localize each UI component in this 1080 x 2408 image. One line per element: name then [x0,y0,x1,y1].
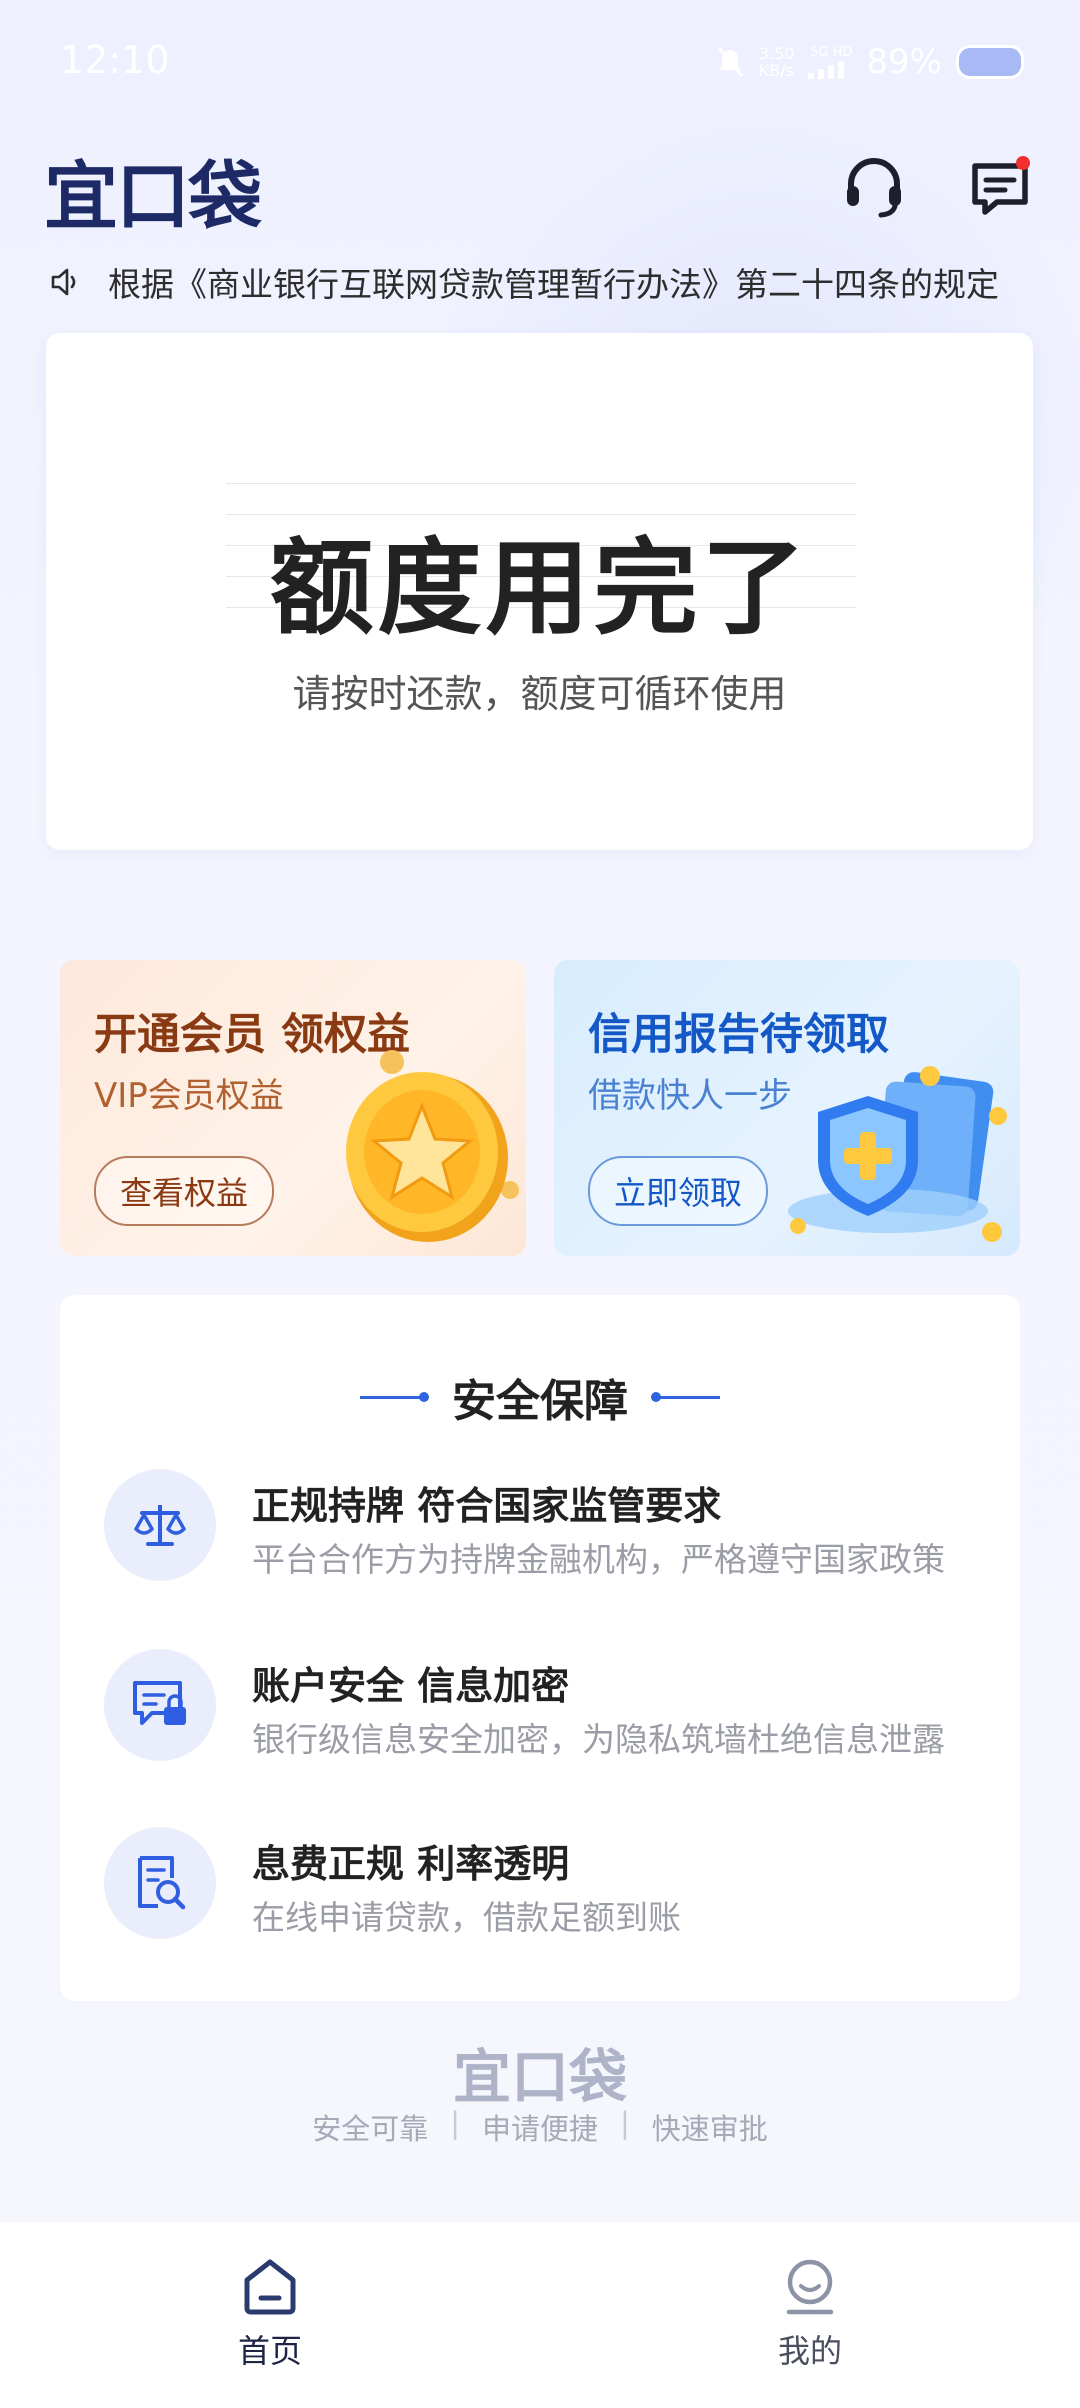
battery-percent: 89% [866,42,942,82]
security-item-title: 正规持牌 符合国家监管要求 [252,1484,722,1528]
footer-tag: 快速审批 [651,2112,768,2146]
security-item-title: 息费正规 利率透明 [252,1842,570,1886]
security-item-desc: 在线申请贷款，借款足额到账 [252,1898,681,1937]
speaker-icon [51,268,76,296]
security-card: 安全保障 正规持牌 符合国家监管要求 平台合作方为持牌金融机构，严格遵守国家政策 [60,1295,1020,2001]
security-item-title: 账户安全 信息加密 [252,1664,570,1708]
credit-report-promo-card[interactable]: 信用报告待领取 借款快人一步 立即领取 [554,960,1020,1256]
customer-service-button[interactable] [836,150,912,226]
footer-tag: 申请便捷 [481,2112,598,2146]
divider-right [651,1391,720,1402]
security-header: 安全保障 [60,1365,1020,1429]
status-icons: 3.50 KB/s 5G HD 89% [715,42,1024,82]
scale-icon [134,1505,186,1546]
shield-report-icon [788,1066,1007,1242]
message-button[interactable] [962,150,1038,226]
battery-icon [956,45,1024,79]
secure-chat-icon [133,1681,186,1725]
signal-indicator: 5G HD [808,46,852,79]
tab-profile[interactable]: 我的 [730,2256,890,2372]
quota-card: 额度用完了 请按时还款，额度可循环使用 [46,333,1033,850]
quota-subtitle: 请按时还款，额度可循环使用 [292,672,787,716]
tab-home[interactable]: 首页 [190,2256,350,2372]
net-speed-unit: KB/s [758,61,794,80]
app-logo-text: 宜口袋 [44,153,262,240]
profile-icon [786,2259,834,2315]
headset-icon [847,158,901,218]
signal-icon [808,60,845,79]
security-item-encryption: 账户安全 信息加密 银行级信息安全加密，为隐私筑墙杜绝信息泄露 [104,1647,1004,1767]
notice-bar[interactable]: 根据《商业银行互联网贷款管理暂行办法》第二十四条的规定 [50,256,1050,308]
mute-bell-icon [717,47,743,77]
notice-text: 根据《商业银行互联网贷款管理暂行办法》第二十四条的规定 [108,265,999,304]
footer-logo: 宜口袋 [452,2043,627,2111]
security-item-fees: 息费正规 利率透明 在线申请贷款，借款足额到账 [104,1825,1004,1945]
security-item-license: 正规持牌 符合国家监管要求 平台合作方为持牌金融机构，严格遵守国家政策 [104,1467,1004,1587]
credit-promo-title: 信用报告待领取 [588,1010,889,1060]
status-bar: 12:10 3.50 KB/s 5G HD 89% [0,0,1080,130]
footer-separator: | [620,2106,630,2140]
document-search-icon [138,1856,186,1910]
vip-promo-card[interactable]: 开通会员 领权益 VIP会员权益 查看权益 [60,960,526,1256]
footer-separator: | [450,2106,460,2140]
signal-label: 5G HD [810,44,853,60]
divider-left [360,1391,429,1402]
quota-title: 额度用完了 [269,527,810,649]
security-title: 安全保障 [452,1376,628,1427]
bottom-tab-bar: 首页 我的 [0,2222,1080,2408]
footer-tags: 安全可靠 | 申请便捷 | 快速审批 [0,2106,1080,2148]
tab-profile-label: 我的 [777,2332,842,2370]
security-icon-bg [104,1827,216,1939]
net-speed-value: 3.50 [758,44,795,63]
tab-home-label: 首页 [237,2332,302,2370]
app-logo: 宜口袋 [44,150,262,240]
security-item-desc: 银行级信息安全加密，为隐私筑墙杜绝信息泄露 [252,1720,945,1759]
footer-tag: 安全可靠 [312,2112,429,2146]
security-item-desc: 平台合作方为持牌金融机构，严格遵守国家政策 [252,1540,945,1579]
view-benefits-button[interactable]: 查看权益 [94,1156,275,1226]
status-time: 12:10 [60,38,170,82]
unread-dot [1016,156,1030,170]
vip-promo-subtitle: VIP会员权益 [94,1076,284,1116]
home-icon [244,2259,296,2315]
credit-promo-subtitle: 借款快人一步 [588,1076,792,1116]
claim-now-button[interactable]: 立即领取 [588,1156,769,1226]
security-icon-bg [104,1649,216,1761]
gold-star-coin-icon [346,1050,519,1242]
network-speed: 3.50 KB/s [759,45,795,79]
security-icon-bg [104,1469,216,1581]
